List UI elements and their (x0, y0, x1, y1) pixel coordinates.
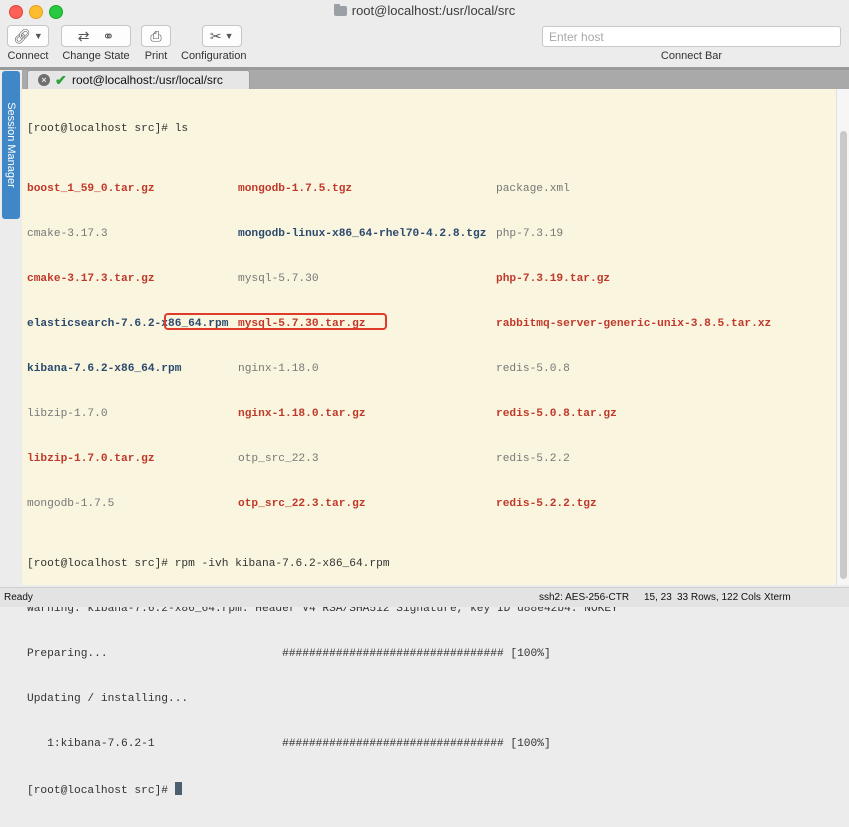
terminal-line: [root@localhost src]# (27, 782, 618, 797)
ls-entry: php-7.3.19.tar.gz (496, 273, 611, 285)
reconnect-icon: ⇄ (77, 28, 90, 44)
ls-entry: nginx-1.18.0.tar.gz (238, 408, 366, 420)
terminal-line: Preparing... ###########################… (27, 648, 551, 660)
ls-entry: otp_src_22.3 (238, 453, 319, 465)
status-cursor-position: 15, 23 (644, 592, 672, 603)
prompt: [root@localhost src]# (27, 785, 175, 797)
session-tab[interactable]: × ✔ root@localhost:/usr/local/src (27, 70, 250, 89)
change-state-label: Change State (62, 50, 130, 62)
check-icon: ✔ (55, 72, 67, 88)
terminal-cursor (174, 782, 182, 795)
window-title: root@localhost:/usr/local/src (0, 3, 849, 18)
ls-entry: boost_1_59_0.tar.gz (27, 183, 155, 195)
status-terminal-size: 33 Rows, 122 Cols (677, 592, 761, 603)
print-button[interactable]: ⎙ Print (141, 25, 171, 62)
ls-row: kibana-7.6.2-x86_64.rpm nginx-1.18.0 red… (27, 362, 618, 377)
disconnect-icon: ⚭ (102, 28, 115, 44)
ls-row: libzip-1.7.0.tar.gz otp_src_22.3 redis-5… (27, 452, 618, 467)
ls-entry: cmake-3.17.3 (27, 228, 108, 240)
chevron-down-icon: ▼ (224, 31, 234, 41)
chevron-down-icon: ▼ (33, 31, 43, 41)
ls-entry: mongodb-1.7.5 (27, 498, 115, 510)
terminal-line: Updating / installing... (27, 693, 189, 705)
ls-entry: redis-5.2.2.tgz (496, 498, 597, 510)
status-bar: Ready ssh2: AES-256-CTR 15, 23 33 Rows, … (0, 587, 849, 607)
ls-entry: libzip-1.7.0.tar.gz (27, 453, 155, 465)
session-tab-label: root@localhost:/usr/local/src (72, 73, 223, 87)
ls-row: mongodb-1.7.5 otp_src_22.3.tar.gz redis-… (27, 497, 618, 512)
ls-entry: mongodb-linux-x86_64-rhel70-4.2.8.tgz (238, 228, 487, 240)
configuration-button[interactable]: ✂︎ ▼ Configuration (181, 25, 246, 62)
terminal-area[interactable]: [root@localhost src]# ls boost_1_59_0.ta… (22, 89, 836, 797)
terminal-output: [root@localhost src]# ls boost_1_59_0.ta… (27, 92, 771, 827)
ls-entry: rabbitmq-server-generic-unix-3.8.5.tar.x… (496, 318, 772, 330)
scrollbar-thumb[interactable] (840, 131, 847, 579)
folder-icon (333, 4, 347, 16)
ls-entry: mysql-5.7.30 (238, 273, 319, 285)
tools-icon: ✂︎ (209, 28, 222, 44)
tab-bar: × ✔ root@localhost:/usr/local/src (22, 70, 849, 89)
terminal-line: [root@localhost src]# rpm -ivh kibana-7.… (27, 557, 618, 572)
ls-entry: package.xml (496, 183, 570, 195)
connect-bar-label: Connect Bar (660, 50, 723, 62)
status-cipher: ssh2: AES-256-CTR (539, 592, 630, 603)
ls-entry: otp_src_22.3.tar.gz (238, 498, 366, 510)
status-terminal-type: Xterm (764, 592, 791, 603)
close-icon[interactable]: × (38, 74, 50, 86)
terminal-line: [root@localhost src]# ls (27, 123, 189, 135)
ls-row: cmake-3.17.3.tar.gz mysql-5.7.30 php-7.3… (27, 272, 618, 287)
ls-row: boost_1_59_0.tar.gz mongodb-1.7.5.tgz pa… (27, 182, 618, 197)
connect-label: Connect (7, 50, 49, 62)
ls-entry: redis-5.2.2 (496, 453, 570, 465)
configuration-label: Configuration (181, 50, 247, 62)
ls-entry: nginx-1.18.0 (238, 363, 319, 375)
command-highlight-box (164, 313, 387, 330)
vertical-scrollbar[interactable] (836, 89, 849, 585)
session-manager-label: Session Manager (5, 102, 17, 188)
host-input[interactable]: Enter host (542, 26, 841, 47)
ls-entry: mongodb-1.7.5.tgz (238, 183, 353, 195)
ls-entry: redis-5.0.8.tar.gz (496, 408, 617, 420)
rpm-command: rpm -ivh kibana-7.6.2-x86_64.rpm (174, 558, 390, 570)
change-state-button[interactable]: ⇄ ⚭ Change State (61, 25, 131, 62)
terminal-line: 1:kibana-7.6.2-1 #######################… (27, 738, 551, 750)
printer-icon: ⎙ (150, 28, 162, 44)
ls-row: libzip-1.7.0 nginx-1.18.0.tar.gz redis-5… (27, 407, 618, 422)
window-title-text: root@localhost:/usr/local/src (351, 3, 516, 18)
ls-entry: kibana-7.6.2-x86_64.rpm (27, 363, 182, 375)
ls-row: cmake-3.17.3 mongodb-linux-x86_64-rhel70… (27, 227, 618, 242)
ls-entry: redis-5.0.8 (496, 363, 570, 375)
prompt: [root@localhost src]# (27, 558, 175, 570)
securecrt-window: root@localhost:/usr/local/src 🔗︎ ▼ Conne… (0, 0, 849, 797)
ls-entry: libzip-1.7.0 (27, 408, 108, 420)
ls-entry: php-7.3.19 (496, 228, 564, 240)
session-manager-tab[interactable]: Session Manager (2, 71, 20, 219)
status-ready: Ready (4, 592, 33, 603)
print-label: Print (144, 50, 168, 62)
ls-entry: cmake-3.17.3.tar.gz (27, 273, 155, 285)
connect-button[interactable]: 🔗︎ ▼ Connect (7, 25, 49, 62)
link-icon: 🔗︎ (13, 28, 31, 44)
title-bar: root@localhost:/usr/local/src (0, 0, 849, 22)
